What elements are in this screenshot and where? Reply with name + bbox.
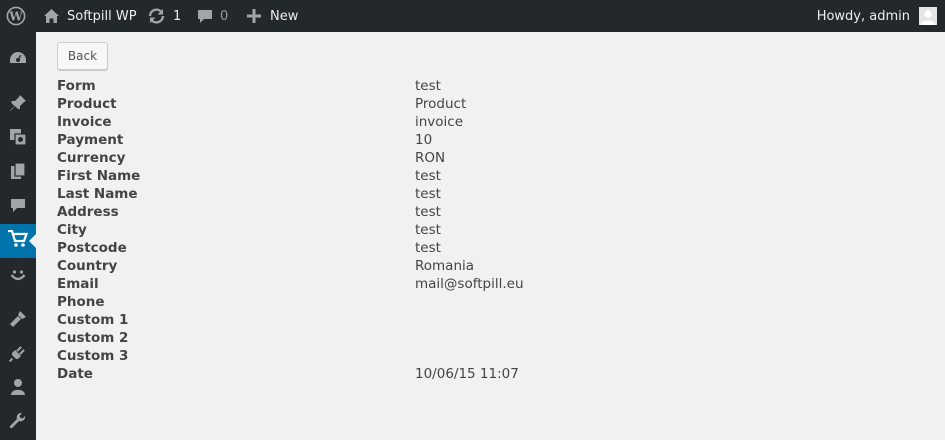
comments-link[interactable]: 0 <box>197 0 228 32</box>
my-account-link[interactable]: Howdy, admin <box>817 0 910 32</box>
detail-row: First Name test <box>57 167 657 185</box>
detail-row: Invoice invoice <box>57 113 657 131</box>
wordpress-logo-icon[interactable]: W <box>6 0 26 32</box>
cart-icon <box>8 229 29 252</box>
media-icon <box>9 128 27 150</box>
detail-label: Phone <box>57 294 105 310</box>
back-button[interactable]: Back <box>57 42 108 70</box>
detail-label: Postcode <box>57 240 127 256</box>
menu-item-orders[interactable] <box>0 224 36 258</box>
updates-count: 1 <box>173 8 182 24</box>
detail-label: Address <box>57 204 119 220</box>
comment-icon <box>197 8 213 24</box>
site-name: Softpill WP <box>67 8 137 24</box>
detail-row: City test <box>57 221 657 239</box>
site-name-link[interactable]: Softpill WP <box>43 0 137 32</box>
plug-icon <box>8 344 27 366</box>
detail-label: Date <box>57 366 93 382</box>
admin-menu <box>0 32 36 440</box>
dashboard-icon <box>9 50 27 70</box>
detail-value: invoice <box>415 114 464 130</box>
detail-row: Product Product <box>57 95 657 113</box>
detail-label: Email <box>57 276 99 292</box>
detail-value: 10 <box>415 132 433 148</box>
detail-value: test <box>415 186 441 202</box>
new-content-link[interactable]: New <box>247 0 298 32</box>
user-icon <box>10 378 26 400</box>
detail-row: Payment 10 <box>57 131 657 149</box>
menu-item-appearance[interactable] <box>0 260 36 294</box>
comment-icon <box>10 197 26 217</box>
detail-value: test <box>415 78 441 94</box>
home-icon <box>43 8 60 24</box>
plus-icon <box>247 9 261 23</box>
avatar[interactable] <box>919 7 937 25</box>
svg-text:W: W <box>8 10 23 24</box>
detail-value: test <box>415 222 441 238</box>
comments-count: 0 <box>220 8 229 24</box>
detail-label: First Name <box>57 168 141 184</box>
detail-label: City <box>57 222 87 238</box>
menu-item-users[interactable] <box>0 372 36 406</box>
detail-label: Custom 1 <box>57 312 129 328</box>
detail-value: test <box>415 240 441 256</box>
detail-value: Product <box>415 96 467 112</box>
detail-value: Romania <box>415 258 475 274</box>
detail-row: Date 10/06/15 11:07 <box>57 365 657 383</box>
detail-label: Invoice <box>57 114 112 130</box>
details-list: Form test Product Product Invoice invoice Paym… <box>57 77 657 383</box>
new-label: New <box>270 8 299 24</box>
smiley-icon <box>9 266 27 288</box>
detail-label: Country <box>57 258 118 274</box>
detail-row: Custom 2 <box>57 329 657 347</box>
menu-item-comments[interactable] <box>0 190 36 224</box>
detail-row: Address test <box>57 203 657 221</box>
admin-bar: W Softpill WP 1 0 New Howdy, admin <box>0 0 945 32</box>
menu-item-media[interactable] <box>0 122 36 156</box>
detail-label: Custom 3 <box>57 348 129 364</box>
menu-item-posts[interactable] <box>0 88 36 122</box>
menu-item-dashboard[interactable] <box>0 43 36 77</box>
detail-row: Custom 3 <box>57 347 657 365</box>
detail-row: Last Name test <box>57 185 657 203</box>
wrench-icon <box>9 412 27 434</box>
detail-value: test <box>415 168 441 184</box>
detail-row: Email mail@softpill.eu <box>57 275 657 293</box>
detail-label: Last Name <box>57 186 138 202</box>
detail-value: 10/06/15 11:07 <box>415 366 519 382</box>
detail-row: Form test <box>57 77 657 95</box>
detail-row: Currency RON <box>57 149 657 167</box>
brush-icon <box>9 310 27 332</box>
detail-value: mail@softpill.eu <box>415 276 524 292</box>
pages-icon <box>10 162 26 184</box>
detail-label: Currency <box>57 150 126 166</box>
menu-item-plugins[interactable] <box>0 338 36 372</box>
detail-row: Phone <box>57 293 657 311</box>
detail-label: Custom 2 <box>57 330 129 346</box>
detail-value: test <box>415 204 441 220</box>
detail-label: Payment <box>57 132 124 148</box>
detail-row: Custom 1 <box>57 311 657 329</box>
detail-row: Country Romania <box>57 257 657 275</box>
menu-item-pages[interactable] <box>0 156 36 190</box>
updates-link[interactable]: 1 <box>147 0 181 32</box>
detail-row: Postcode test <box>57 239 657 257</box>
pin-icon <box>9 94 27 116</box>
detail-label: Form <box>57 78 96 94</box>
menu-item-tools[interactable] <box>0 406 36 440</box>
detail-value: RON <box>415 150 446 166</box>
howdy-text: Howdy, admin <box>816 8 910 24</box>
updates-icon <box>147 8 166 24</box>
menu-item-tools-brush[interactable] <box>0 304 36 338</box>
detail-label: Product <box>57 96 117 112</box>
